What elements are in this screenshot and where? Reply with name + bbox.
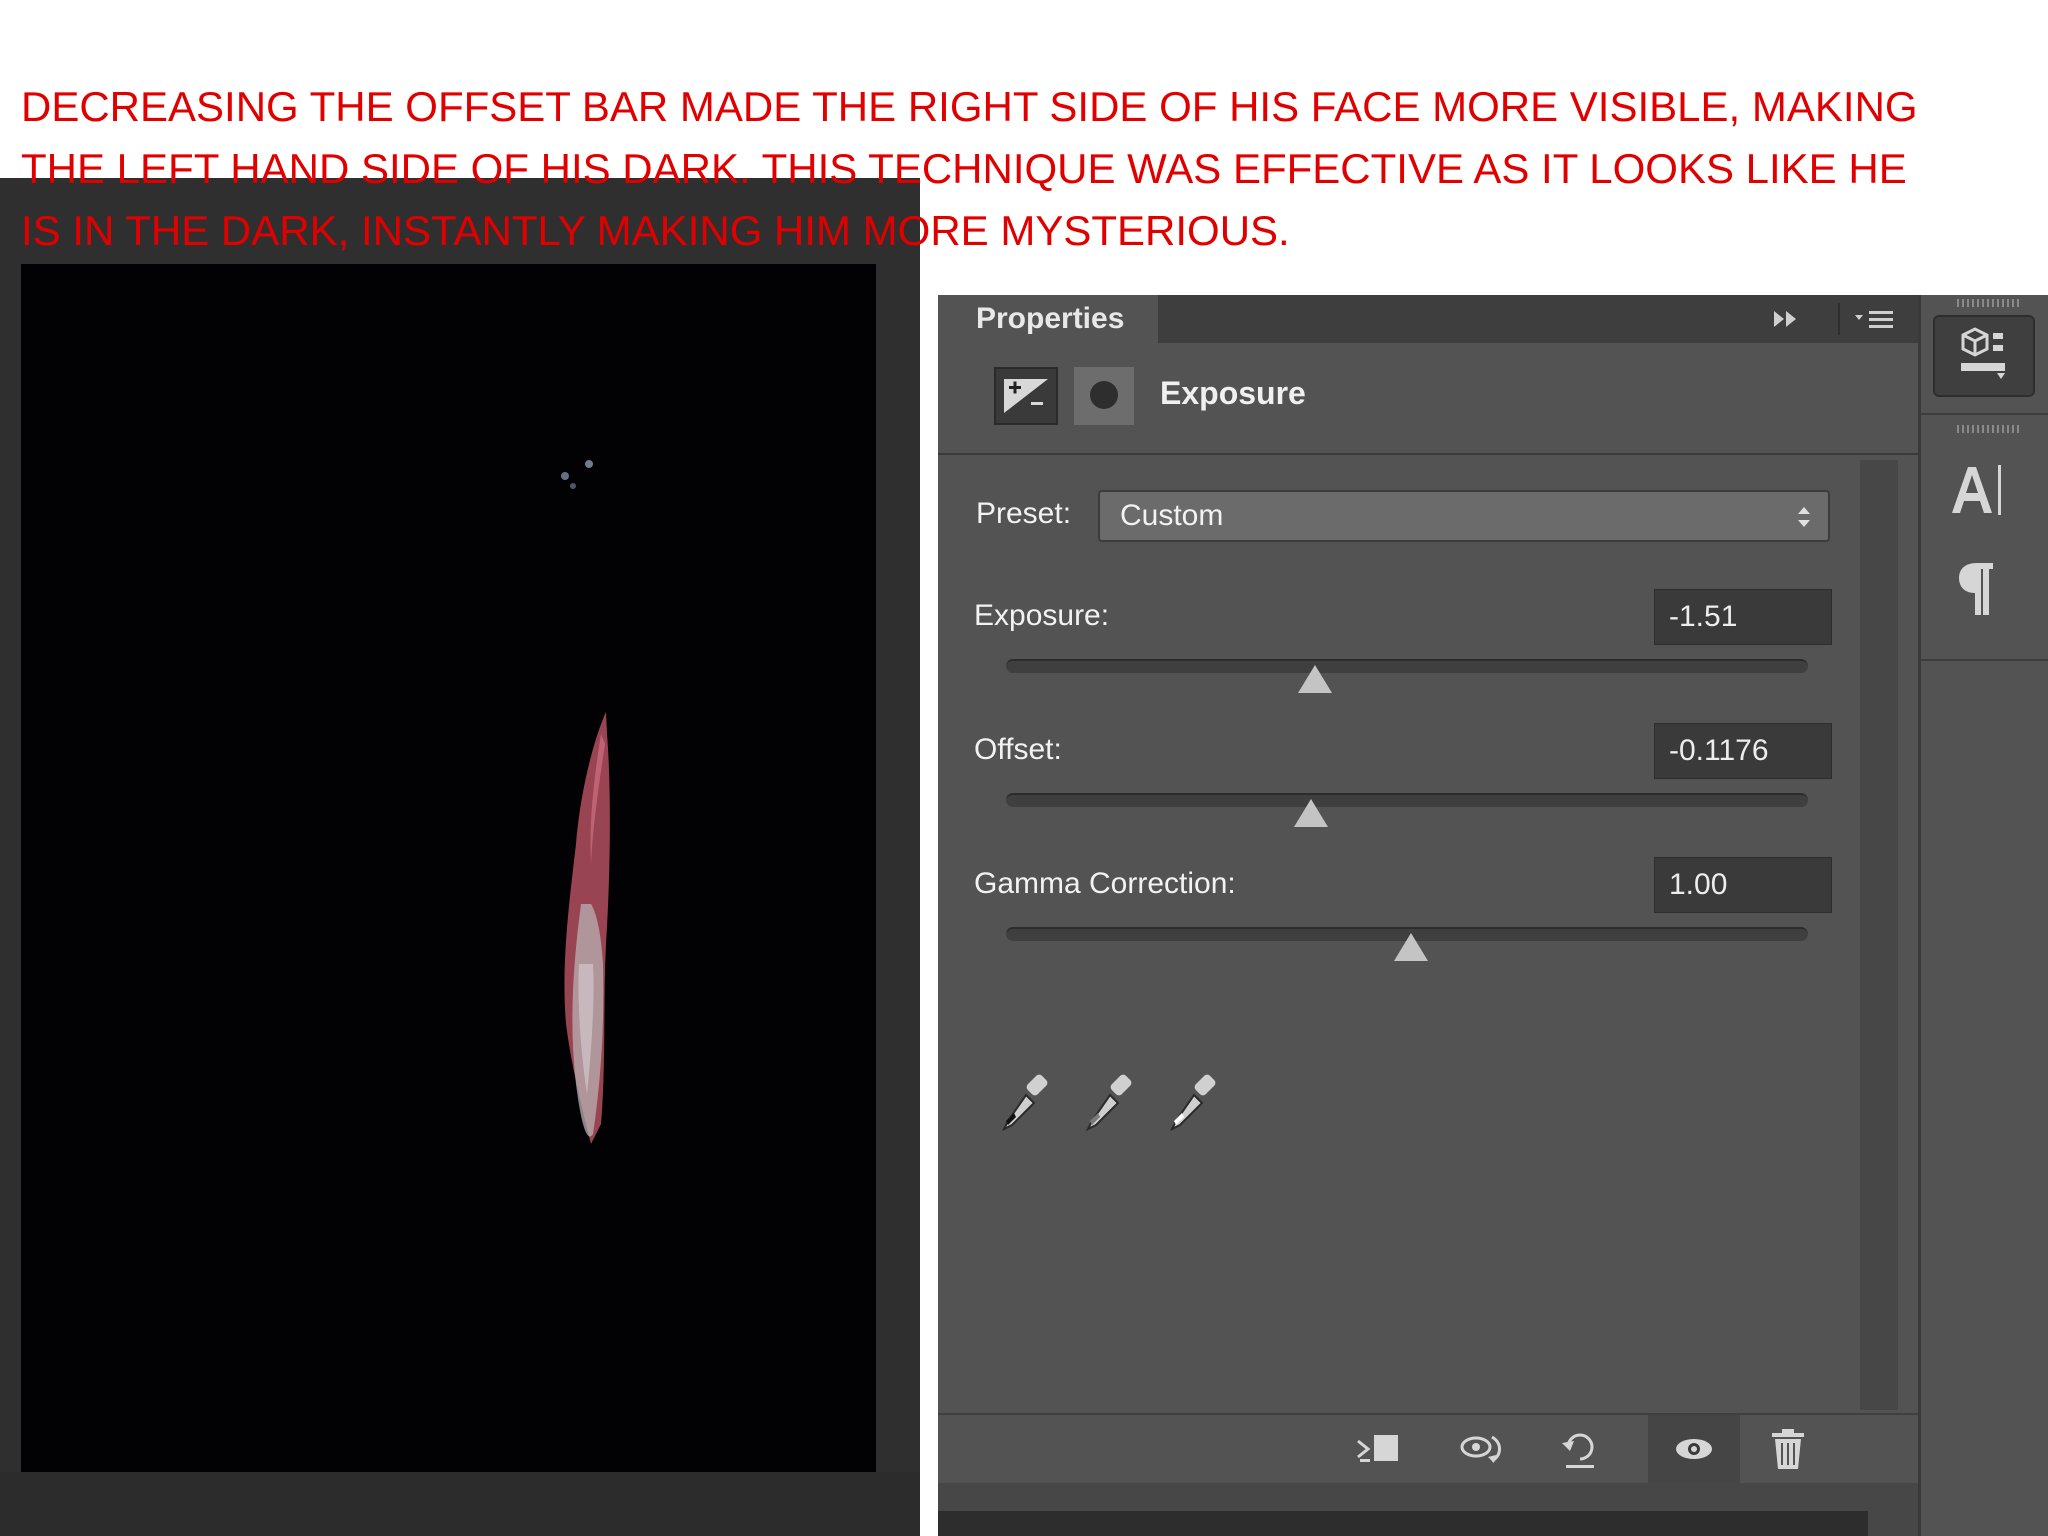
trash-icon[interactable] (1760, 1423, 1816, 1475)
adjustment-header: Exposure (938, 343, 1918, 455)
dock-divider-2 (1921, 659, 2048, 661)
photo-face-highlight (561, 460, 610, 1144)
clip-to-layer-icon[interactable] (1350, 1423, 1406, 1475)
panel-dock (1918, 295, 2048, 1536)
edited-photo (21, 264, 876, 1472)
gray-point-eyedropper-icon[interactable] (1076, 1067, 1146, 1137)
view-previous-state-icon[interactable] (1454, 1423, 1510, 1475)
gamma-correction-value-field[interactable]: 1.00 (1654, 857, 1832, 913)
preset-label: Preset: (976, 497, 1072, 530)
dock-grip[interactable] (1957, 299, 2019, 307)
tab-properties[interactable]: Properties (938, 295, 1158, 343)
properties-panel: Properties Exposure Preset: Custom Expos… (938, 295, 1918, 1536)
preset-dropdown[interactable]: Custom (1098, 490, 1830, 542)
reset-icon[interactable] (1552, 1423, 1608, 1475)
dropdown-arrows-icon (1796, 492, 1812, 540)
exposure-adjustment-icon[interactable] (994, 367, 1058, 425)
gamma-correction-slider-thumb[interactable] (1394, 933, 1428, 961)
offset-slider-thumb[interactable] (1293, 799, 1328, 827)
offset-label: Offset: (974, 733, 1062, 766)
photo-bottom-shade (0, 1472, 920, 1536)
exposure-label: Exposure: (974, 599, 1110, 632)
panel-header: Properties (938, 295, 1918, 343)
panel-footer (938, 1413, 1918, 1483)
white-point-eyedropper-icon[interactable] (1160, 1067, 1230, 1137)
properties-panel-icon[interactable] (1933, 315, 2035, 397)
collapse-icon[interactable] (1764, 299, 1808, 339)
caption-text: DECREASING THE OFFSET BAR MADE THE RIGHT… (21, 83, 1918, 254)
panel-bottom-edge (938, 1511, 1868, 1536)
offset-slider-track[interactable] (1006, 793, 1808, 807)
header-divider (1838, 303, 1840, 335)
adjustment-title: Exposure (1160, 375, 1306, 411)
panel-menu-icon[interactable] (1848, 299, 1904, 339)
black-point-eyedropper-icon[interactable] (992, 1067, 1062, 1137)
dock-divider (1921, 413, 2048, 415)
visibility-eye-icon[interactable] (1666, 1423, 1722, 1475)
paragraph-panel-icon[interactable] (1921, 557, 2031, 626)
dock-grip-2[interactable] (1957, 425, 2019, 433)
exposure-slider-thumb[interactable] (1297, 665, 1332, 693)
layer-mask-icon[interactable] (1074, 367, 1134, 425)
panel-scrollbar[interactable] (1860, 460, 1898, 1410)
gamma-correction-label: Gamma Correction: (974, 867, 1236, 900)
exposure-value-field[interactable]: -1.51 (1654, 589, 1832, 645)
photo-canvas-area (0, 178, 920, 1536)
character-panel-icon[interactable] (1921, 459, 2031, 536)
exposure-slider-track[interactable] (1006, 659, 1808, 673)
preset-value: Custom (1120, 499, 1224, 532)
offset-value-field[interactable]: -0.1176 (1654, 723, 1832, 779)
